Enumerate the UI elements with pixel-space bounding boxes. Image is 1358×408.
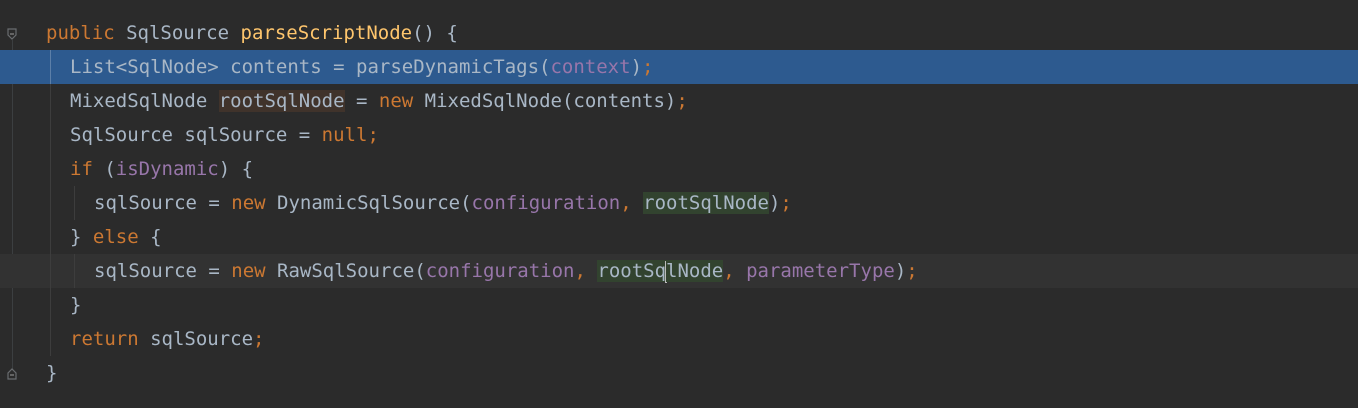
indent-guide: [50, 220, 51, 254]
indent-guide: [50, 254, 51, 288]
code-token: new: [378, 90, 414, 112]
code-token: parameterType: [746, 260, 895, 282]
code-text: List<SqlNode> contents = parseDynamicTag…: [70, 50, 653, 84]
indent-guide: [50, 288, 51, 322]
code-text: MixedSqlNode rootSqlNode = new MixedSqlN…: [70, 84, 688, 118]
indent-guide: [50, 50, 51, 84]
code-text: if (isDynamic) {: [70, 152, 253, 186]
code-token: ,: [574, 260, 598, 282]
code-line[interactable]: sqlSource = new RawSqlSource(configurati…: [0, 254, 1358, 288]
highlighted-usage: rootSq: [597, 260, 667, 282]
code-token: =: [344, 90, 379, 112]
code-token: ,: [723, 260, 747, 282]
indent-guide: [50, 152, 51, 186]
code-token: parseDynamicTags: [356, 56, 540, 78]
code-token: (: [92, 158, 116, 180]
code-token: ) {: [218, 158, 254, 180]
indent-guide: [50, 186, 51, 220]
indent-guide: [74, 186, 75, 220]
indent-guide: [50, 322, 51, 356]
code-text: }: [46, 356, 57, 390]
code-line[interactable]: MixedSqlNode rootSqlNode = new MixedSqlN…: [0, 84, 1358, 118]
code-token: ): [894, 260, 907, 282]
code-token: context: [550, 56, 631, 78]
code-token: parseScriptNode: [240, 22, 413, 44]
code-token: {: [138, 226, 162, 248]
code-token: () {: [412, 22, 458, 44]
code-token: return: [70, 328, 139, 350]
code-line[interactable]: sqlSource = new DynamicSqlSource(configu…: [0, 186, 1358, 220]
code-token: configuration: [425, 260, 575, 282]
code-token: configuration: [471, 192, 621, 214]
code-token: SqlSource: [126, 22, 230, 44]
code-token: ;: [642, 56, 654, 78]
code-line[interactable]: SqlSource sqlSource = null;: [0, 118, 1358, 152]
code-line[interactable]: return sqlSource;: [0, 322, 1358, 356]
code-token: MixedSqlNode(contents): [413, 90, 677, 112]
code-token: sqlSource =: [94, 260, 232, 282]
code-token: new: [231, 192, 266, 214]
code-text: }: [70, 288, 81, 322]
code-token: public: [46, 22, 115, 44]
code-token: ;: [906, 260, 918, 282]
code-token: else: [92, 226, 139, 248]
indent-guide: [50, 84, 51, 118]
code-token: ): [630, 56, 643, 78]
code-token: (: [539, 56, 551, 78]
code-token: if: [70, 158, 93, 180]
indent-guide: [74, 254, 75, 288]
highlighted-usage: rootSqlNode: [643, 192, 769, 214]
code-token: }: [70, 226, 93, 248]
code-token: new: [231, 260, 266, 282]
code-text: SqlSource sqlSource = null;: [70, 118, 379, 152]
code-token: sqlSource =: [94, 192, 232, 214]
code-token: ;: [253, 328, 265, 350]
code-token: null: [321, 124, 368, 146]
code-text: } else {: [70, 220, 162, 254]
code-token: isDynamic: [115, 158, 219, 180]
code-line[interactable]: } else {: [0, 220, 1358, 254]
code-token: sqlSource: [138, 328, 254, 350]
code-token: ,: [620, 192, 644, 214]
code-text: sqlSource = new RawSqlSource(configurati…: [94, 254, 918, 288]
code-token: MixedSqlNode: [70, 90, 208, 112]
code-token: ): [768, 192, 781, 214]
code-token: }: [46, 362, 58, 384]
code-line[interactable]: if (isDynamic) {: [0, 152, 1358, 186]
code-line[interactable]: }: [0, 356, 1358, 390]
code-line-selected[interactable]: List<SqlNode> contents = parseDynamicTag…: [0, 50, 1358, 84]
code-token: ;: [367, 124, 379, 146]
code-text: return sqlSource;: [70, 322, 264, 356]
code-token: ;: [676, 90, 688, 112]
code-token: }: [70, 294, 82, 316]
highlighted-usage: rootSqlNode: [218, 90, 345, 112]
highlighted-usage: lNode: [666, 260, 724, 282]
code-token: contents =: [218, 56, 356, 78]
code-token: DynamicSqlSource(: [265, 192, 472, 214]
code-token: RawSqlSource(: [265, 260, 426, 282]
code-line[interactable]: public SqlSource parseScriptNode() {: [0, 16, 1358, 50]
code-editor[interactable]: public SqlSource parseScriptNode() {List…: [0, 0, 1358, 408]
code-token: ;: [780, 192, 792, 214]
code-token: List<SqlNode>: [70, 56, 219, 78]
indent-guide: [50, 118, 51, 152]
code-text: public SqlSource parseScriptNode() {: [46, 16, 458, 50]
code-line[interactable]: }: [0, 288, 1358, 322]
code-token: SqlSource sqlSource =: [70, 124, 322, 146]
code-text: sqlSource = new DynamicSqlSource(configu…: [94, 186, 792, 220]
